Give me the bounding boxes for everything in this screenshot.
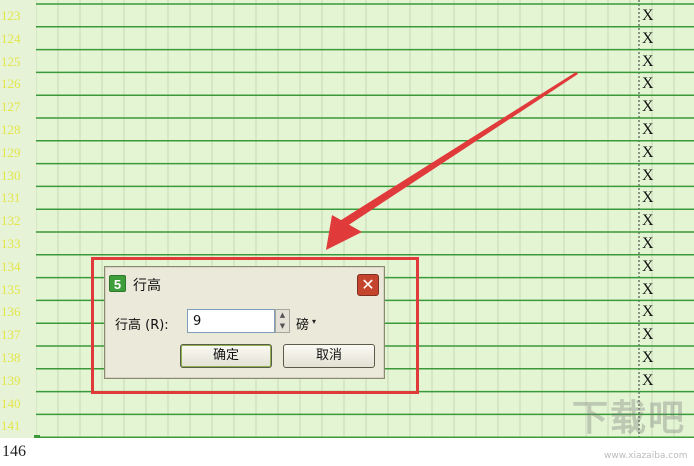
annotation-highlight-box bbox=[91, 257, 419, 394]
watermark: 下载吧 www.xiazaiba.com bbox=[534, 383, 694, 466]
watermark-url: www.xiazaiba.com bbox=[604, 451, 688, 461]
watermark-text: 下载吧 bbox=[572, 398, 687, 439]
